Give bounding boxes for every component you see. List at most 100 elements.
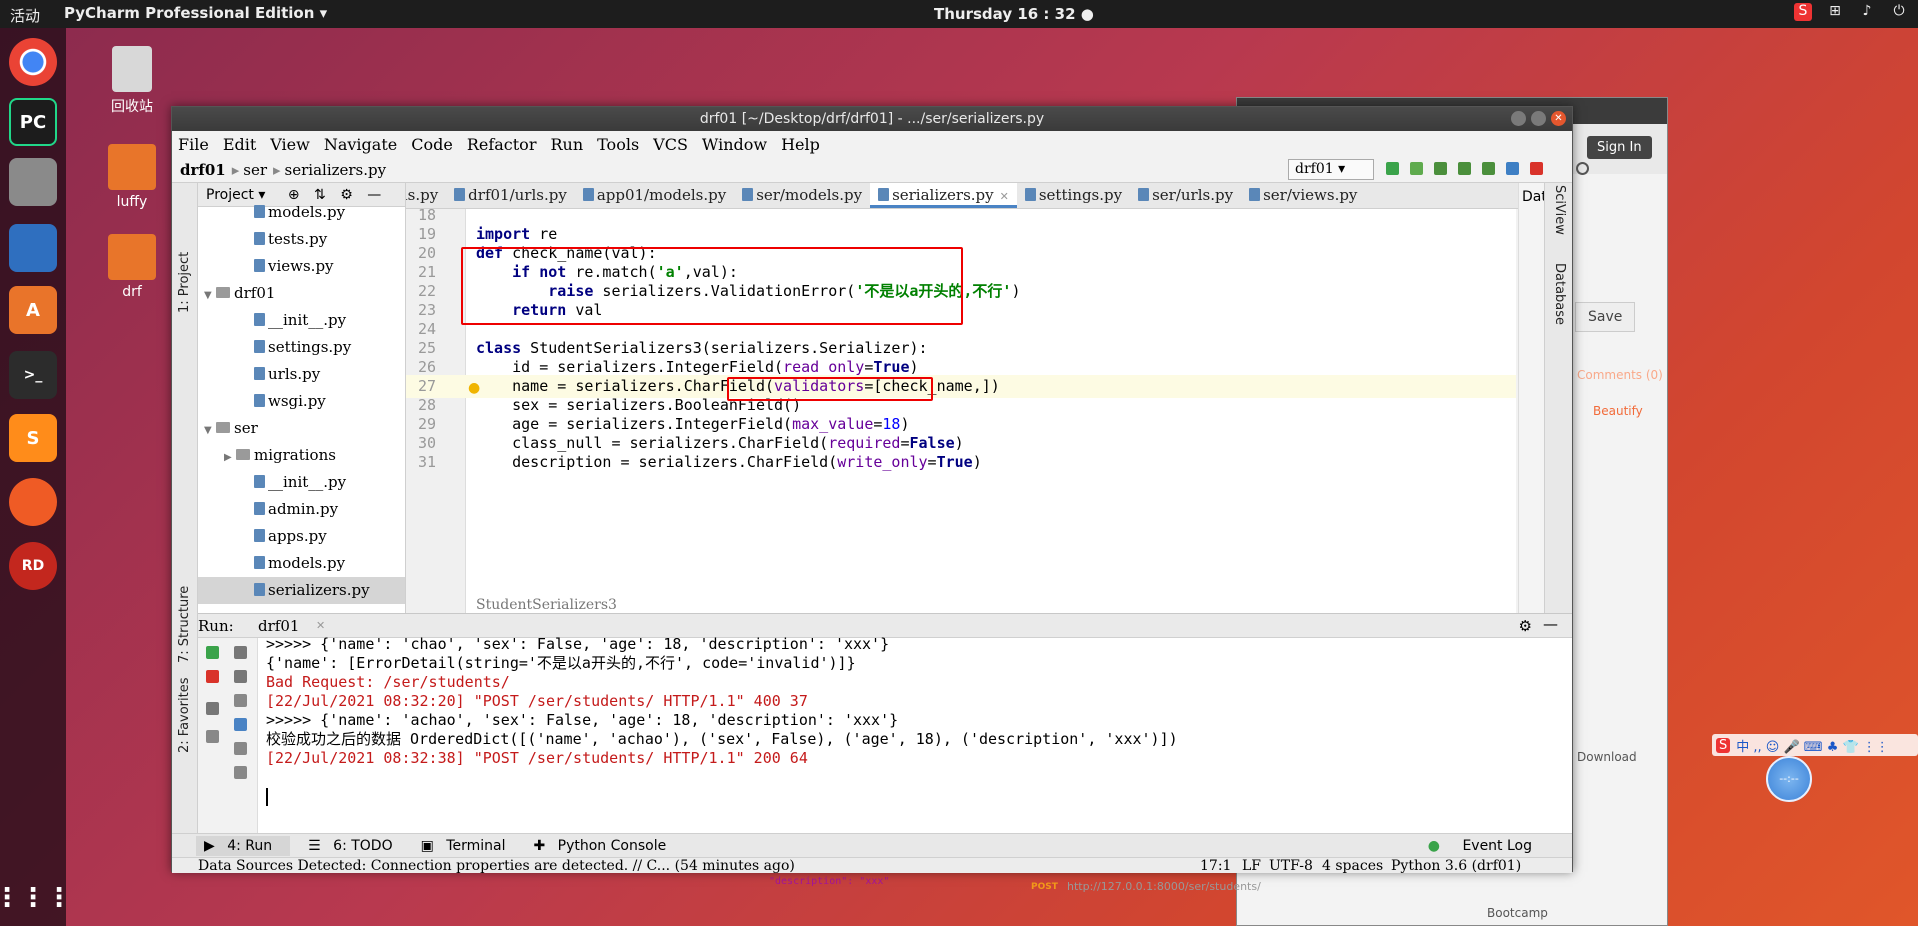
- desktop-folder-luffy[interactable]: luffy: [92, 144, 172, 210]
- menu-window[interactable]: Window: [702, 135, 767, 154]
- sogou-icon[interactable]: S: [1716, 737, 1731, 753]
- menu-code[interactable]: Code: [411, 135, 453, 154]
- editor-tab[interactable]: ser/models.py: [734, 183, 870, 208]
- sign-in-button[interactable]: Sign In: [1587, 136, 1652, 159]
- tree-item[interactable]: models.py: [198, 199, 405, 226]
- editor-tab[interactable]: settings.py: [1017, 183, 1130, 208]
- window-titlebar[interactable]: drf01 [~/Desktop/drf/drf01] - .../ser/se…: [172, 107, 1572, 131]
- tab-terminal[interactable]: ▣ Terminal: [421, 838, 516, 854]
- tab-run[interactable]: ▶ 4: Run: [196, 835, 291, 856]
- stop-icon[interactable]: [1530, 162, 1543, 175]
- terminal-icon[interactable]: >_: [9, 351, 57, 399]
- tree-item[interactable]: tests.py: [198, 226, 405, 253]
- down-icon[interactable]: [234, 670, 247, 683]
- sublime-icon[interactable]: S: [9, 414, 57, 462]
- tree-item[interactable]: ▼ ser: [198, 415, 405, 442]
- tree-item[interactable]: admin.py: [198, 496, 405, 523]
- comments-link[interactable]: Comments (0): [1577, 368, 1663, 382]
- expand-arrow-icon[interactable]: ▶: [224, 444, 236, 471]
- rerun-icon[interactable]: [206, 646, 219, 659]
- code-editor[interactable]: 18 19 import re 20 def check_name(val): 21 if…: [406, 209, 1516, 613]
- volume-icon[interactable]: ♪: [1858, 3, 1876, 21]
- wrap-icon[interactable]: [234, 694, 247, 707]
- tree-item[interactable]: ▼ drf01: [198, 280, 405, 307]
- tree-item[interactable]: __init__.py: [198, 469, 405, 496]
- activities-button[interactable]: 活动: [10, 5, 40, 26]
- menu-navigate[interactable]: Navigate: [324, 135, 397, 154]
- expand-arrow-icon[interactable]: ▼: [204, 417, 216, 444]
- menu-view[interactable]: View: [270, 135, 310, 154]
- tab-database[interactable]: Database: [1552, 263, 1567, 325]
- print-icon[interactable]: [234, 742, 247, 755]
- close-icon[interactable]: ✕: [316, 619, 325, 632]
- floating-ball[interactable]: --:--: [1766, 756, 1812, 802]
- editor-tab[interactable]: drf01/urls.py: [446, 183, 575, 208]
- tree-item[interactable]: wsgi.py: [198, 388, 405, 415]
- rerun-icon[interactable]: [1386, 162, 1399, 175]
- app-menu[interactable]: PyCharm Professional Edition ▾: [64, 4, 327, 22]
- editor-tab[interactable]: urls.py: [406, 183, 446, 208]
- profile-icon[interactable]: [1458, 162, 1471, 175]
- status-message[interactable]: Data Sources Detected: Connection proper…: [198, 858, 795, 874]
- desktop-folder-drf[interactable]: drf: [92, 234, 172, 300]
- breadcrumb-project[interactable]: drf01: [180, 161, 226, 179]
- search-icon[interactable]: [1576, 162, 1589, 175]
- tab-sciview[interactable]: SciView: [1552, 185, 1567, 235]
- document-icon[interactable]: [9, 224, 57, 272]
- debug-icon[interactable]: [1410, 162, 1423, 175]
- tab-event-log[interactable]: ● Event Log: [1420, 838, 1542, 854]
- breadcrumb-folder[interactable]: ser: [243, 161, 267, 179]
- redis-desktop-icon[interactable]: RD: [9, 542, 57, 590]
- clock[interactable]: Thursday 16 : 32 ●: [934, 5, 1094, 23]
- postman-icon[interactable]: [9, 478, 57, 526]
- file-encoding[interactable]: UTF-8: [1269, 858, 1313, 874]
- pycharm-icon[interactable]: PC: [9, 98, 57, 146]
- menu-edit[interactable]: Edit: [223, 135, 256, 154]
- show-apps-icon[interactable]: ⋮⋮⋮: [0, 874, 72, 922]
- breadcrumb-file[interactable]: serializers.py: [285, 161, 387, 179]
- editor-tab[interactable]: serializers.py ✕: [870, 183, 1017, 208]
- maximize-icon[interactable]: [1531, 111, 1546, 126]
- up-icon[interactable]: [234, 646, 247, 659]
- download-button[interactable]: Download: [1577, 750, 1637, 764]
- close-icon[interactable]: ✕: [1551, 111, 1566, 126]
- code-line[interactable]: 31 description = serializers.CharField(w…: [406, 451, 1516, 474]
- stop-icon[interactable]: [206, 670, 219, 683]
- menu-help[interactable]: Help: [781, 135, 820, 154]
- pin-icon[interactable]: [206, 730, 219, 743]
- cursor-position[interactable]: 17:1: [1200, 858, 1231, 874]
- concurrency-icon[interactable]: [1482, 162, 1495, 175]
- layout-icon[interactable]: [206, 702, 219, 715]
- input-method-icon[interactable]: S: [1794, 3, 1812, 21]
- coverage-icon[interactable]: [1434, 162, 1447, 175]
- tab-python-console[interactable]: ✚ Python Console: [533, 838, 676, 854]
- editor-tab[interactable]: ser/views.py: [1241, 183, 1365, 208]
- menu-file[interactable]: File: [178, 135, 209, 154]
- menu-refactor[interactable]: Refactor: [467, 135, 537, 154]
- tree-item[interactable]: views.py: [198, 253, 405, 280]
- indent-setting[interactable]: 4 spaces: [1322, 858, 1383, 874]
- menu-tools[interactable]: Tools: [597, 135, 639, 154]
- run-configuration-select[interactable]: drf01 ▾: [1288, 159, 1374, 180]
- expand-arrow-icon[interactable]: ▼: [204, 282, 216, 309]
- tab-todo[interactable]: ☰ 6: TODO: [308, 838, 402, 854]
- menu-vcs[interactable]: VCS: [653, 135, 688, 154]
- tree-item[interactable]: serializers.py: [198, 577, 405, 604]
- tab-favorites[interactable]: 2: Favorites: [177, 677, 192, 753]
- menu-run[interactable]: Run: [550, 135, 583, 154]
- bootcamp-link[interactable]: Bootcamp: [1487, 906, 1548, 920]
- tree-item[interactable]: ▶ migrations: [198, 442, 405, 469]
- minimize-icon[interactable]: [1511, 111, 1526, 126]
- file-cabinet-icon[interactable]: [9, 158, 57, 206]
- tree-item[interactable]: apps.py: [198, 523, 405, 550]
- trash-icon[interactable]: [234, 766, 247, 779]
- beautify-link[interactable]: Beautify: [1593, 404, 1643, 418]
- tab-project[interactable]: 1: Project: [177, 252, 192, 313]
- close-icon[interactable]: ✕: [1000, 190, 1009, 203]
- tree-item[interactable]: settings.py: [198, 334, 405, 361]
- tree-item[interactable]: urls.py: [198, 361, 405, 388]
- interpreter[interactable]: Python 3.6 (drf01): [1391, 858, 1521, 874]
- tab-structure[interactable]: 7: Structure: [177, 586, 192, 663]
- network-icon[interactable]: ⊞: [1826, 3, 1844, 21]
- input-method-toolbar[interactable]: S 中 ,, ☺ 🎤 ⌨ ♣ 👕 ⋮⋮: [1712, 734, 1918, 756]
